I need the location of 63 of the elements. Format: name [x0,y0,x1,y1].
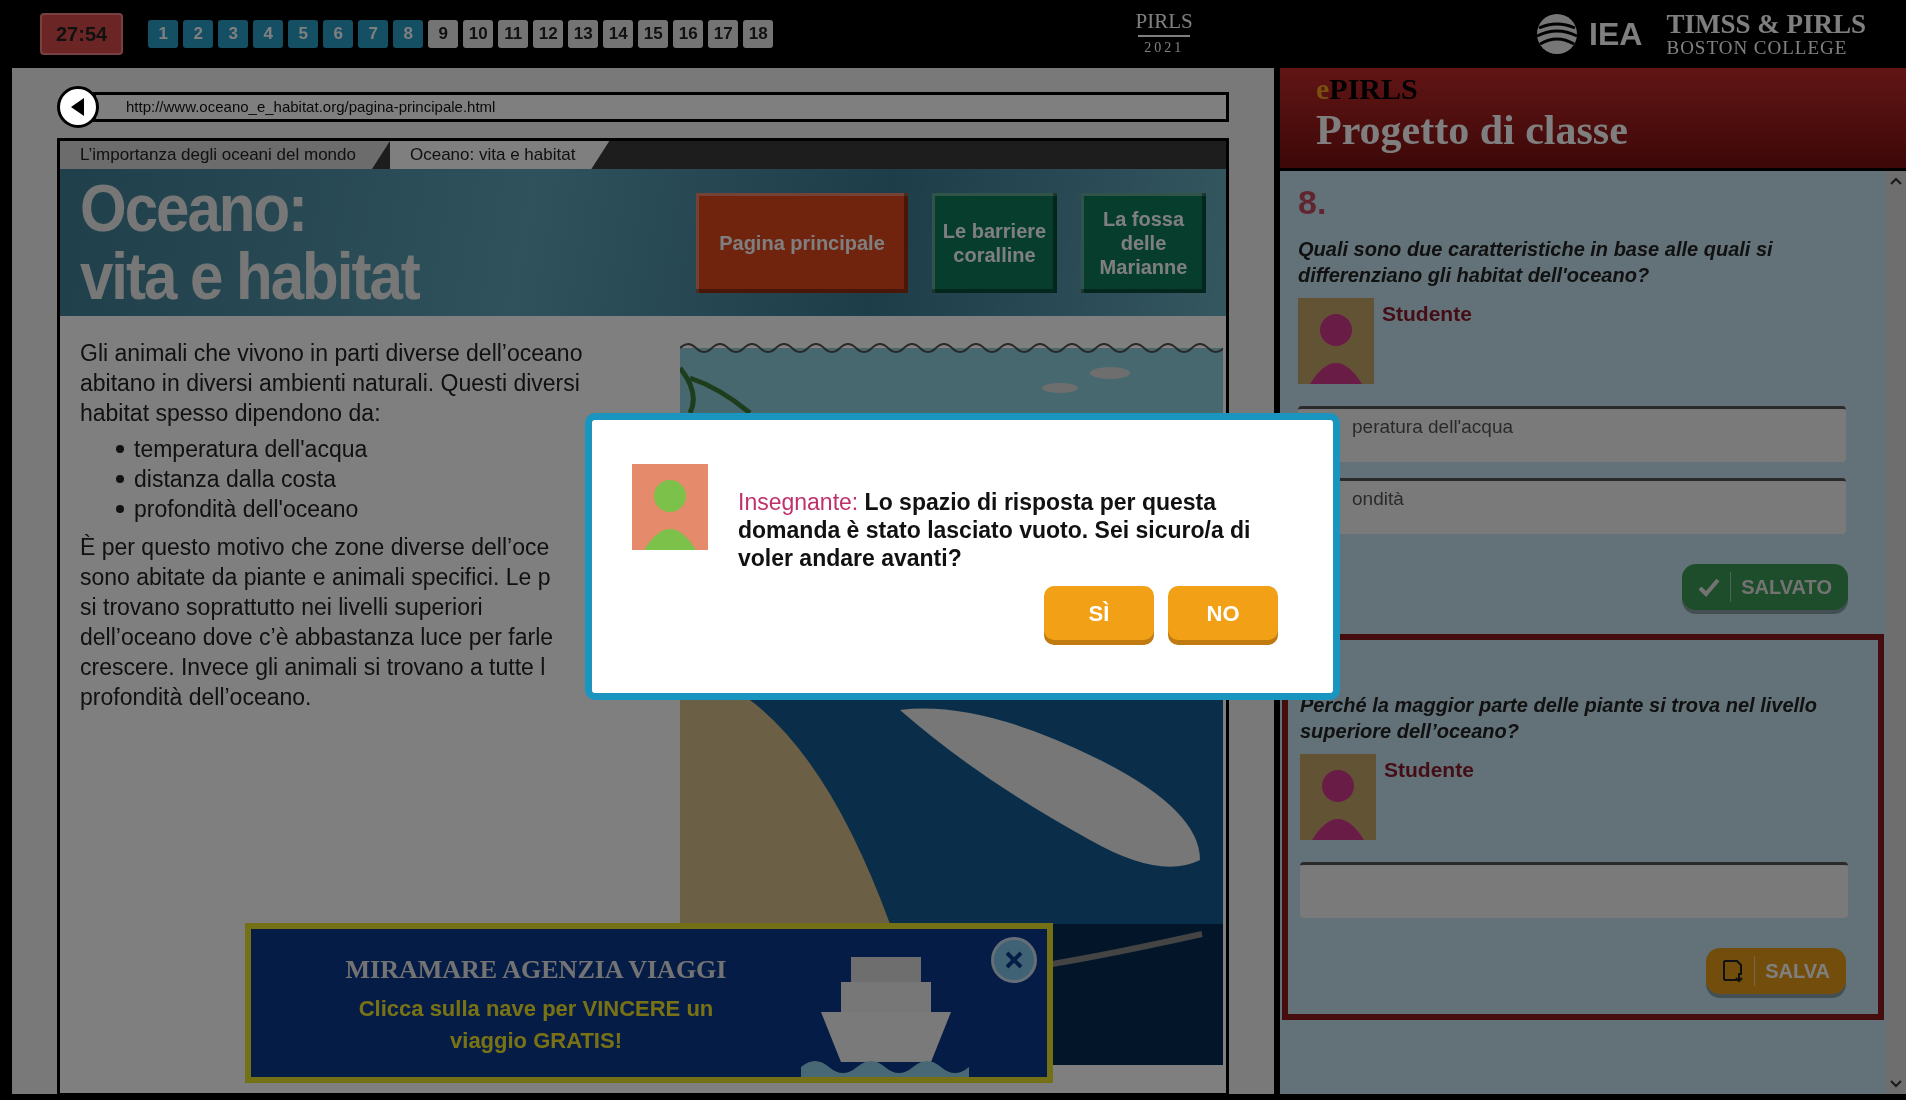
question-nav-button[interactable]: 15 [638,20,669,48]
question-text: Quali sono due caratteristiche in base alle quali si differenziano gli habitat dell'oceano? [1298,236,1774,288]
brand-logo: ePIRLS [1316,74,1419,104]
chevron-up-icon [1890,177,1902,185]
question-nav-button[interactable]: 3 [218,20,249,48]
checkmark-icon [1698,576,1721,597]
browser-tab[interactable]: Oceano: vita e habitat [389,141,610,169]
ad-title: MIRAMARE AGENZIA VIAGGI [345,953,727,986]
question-nav-button[interactable]: 17 [708,20,739,48]
logo-year: 2021 [1138,34,1191,58]
chevron-down-icon [1890,1080,1902,1088]
question-nav-button[interactable]: 9 [428,20,459,48]
question-nav-button[interactable]: 7 [358,20,389,48]
question-nav-button[interactable]: 2 [183,20,214,48]
question-nav-button[interactable]: 6 [323,20,354,48]
paragraph-line: si trovano soprattutto nei livelli superiori [80,593,483,622]
site-nav-button[interactable]: Le barriere coralline [932,192,1057,293]
site-title: vita e habitat [80,242,419,311]
answer-field[interactable] [1300,861,1848,918]
dialog-message: Insegnante: Lo spazio di risposta per questa domanda è stato lasciato vuoto. Sei sicuro/a di voler andare avanti? [738,488,1252,572]
question-nav-button[interactable]: 1 [148,20,179,48]
paragraph-line: È per questo motivo che zone diverse dell’oce [80,533,550,562]
close-button[interactable] [991,937,1037,983]
site-nav-button[interactable]: La fossa delle Marianne [1081,192,1206,293]
question-nav-button[interactable]: 13 [568,20,599,48]
back-arrow-icon [71,98,85,116]
question-number: 8. [1298,182,1328,223]
ad-banner[interactable]: MIRAMARE AGENZIA VIAGGI Clicca sulla nave per VINCERE un viaggio GRATIS! [245,923,1053,1083]
question-text: Perché la maggior parte delle piante si trova nel livello superiore dell’oceano? [1300,692,1818,744]
paragraph-line: crescere. Invece gli animali si trovano a tutte l [80,653,546,682]
browser-tab[interactable]: L’importanza degli oceani del mondo [60,141,390,169]
question-nav-button[interactable]: 12 [533,20,564,48]
question-nav-button[interactable]: 14 [603,20,634,48]
paragraph-line: dell’oceano dove c’è abbastanza luce per farle [80,623,554,652]
paragraph-line: profondità dell’oceano. [80,683,312,712]
partner-subtitle: BOSTON COLLEGE [1666,38,1849,57]
question-nav-button[interactable]: 10 [463,20,494,48]
site-nav-button[interactable]: Pagina principale [696,192,908,293]
panel-title: Progetto di classe [1316,106,1629,155]
speaker-label: Studente [1382,300,1472,327]
save-file-icon [1722,958,1745,983]
close-icon [1004,950,1024,970]
answer-field[interactable]: peratura dell'acqua [1298,405,1846,462]
ad-text: Clicca sulla nave per VINCERE un viaggio GRATIS! [357,994,715,1055]
question-nav-button[interactable]: 11 [498,20,529,48]
question-nav-button[interactable]: 16 [673,20,704,48]
speaker-label: Studente [1384,756,1474,783]
intro-paragraph: Gli animali che vivono in parti diverse dell’oceano abitano in diversi ambienti naturali. Questi diversi habitat spesso dipendono da: [80,339,584,428]
back-button[interactable] [57,86,99,128]
question-nav-button[interactable]: 18 [743,20,774,48]
saved-button[interactable]: SALVATO [1682,563,1848,610]
question-nav-button[interactable]: 5 [288,20,319,48]
timer: 27:54 [40,13,124,55]
partner-name: TIMSS & PIRLS [1666,11,1866,38]
url-field[interactable]: http://www.oceano_e_habitat.org/pagina-principale.html [93,92,1229,122]
iea-logo: IEA [1589,15,1643,54]
site-title: Oceano: [80,174,308,243]
paragraph-line: sono abitate da piante e animali specifici. Le p [80,563,551,592]
globe-icon [1535,12,1580,56]
question-nav-button[interactable]: 8 [393,20,424,48]
question-nav-button[interactable]: 4 [253,20,284,48]
logo-title: PIRLS [1135,10,1193,32]
save-button[interactable]: SALVA [1706,947,1846,994]
